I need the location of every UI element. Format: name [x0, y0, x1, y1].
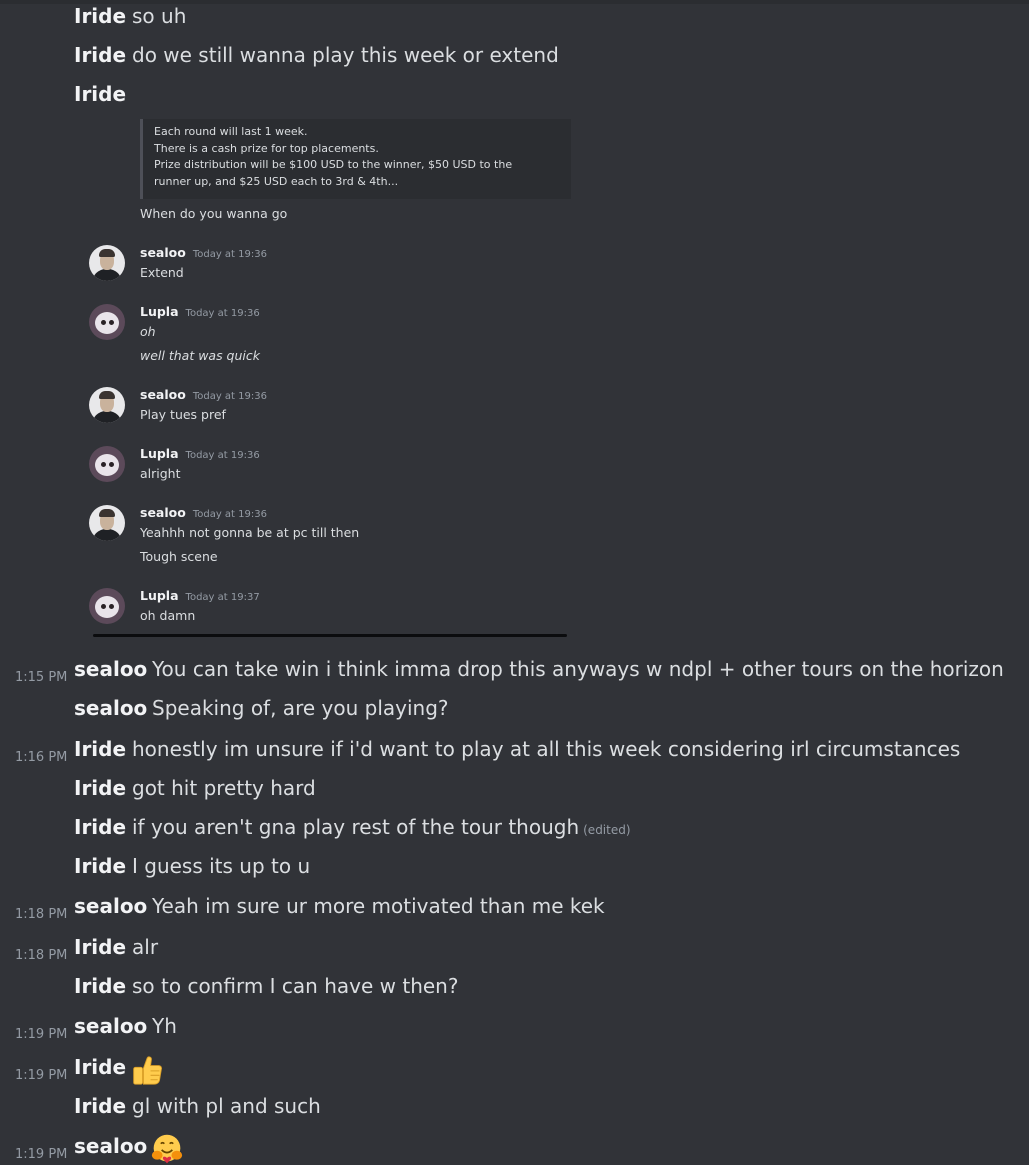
avatar: [89, 304, 125, 340]
screenshot-text: oh damn: [140, 608, 196, 623]
message: 1:19 PM sealoo Yh: [0, 1014, 1029, 1044]
message: 1:16 PM Iride honestly im unsure if i'd …: [0, 737, 1029, 767]
message-text: so to confirm I can have w then?: [132, 974, 459, 998]
message: Iride: [0, 82, 1029, 112]
screenshot-text: When do you wanna go: [140, 206, 288, 221]
screenshot-author: Lupla Today at 19:37: [140, 588, 260, 603]
message-timestamp: 1:19 PM: [15, 1147, 68, 1162]
avatar: [89, 505, 125, 541]
message: 1:19 PM sealoo: [0, 1134, 1029, 1164]
message-author[interactable]: Iride: [74, 82, 126, 106]
message-text: You can take win i think imma drop this …: [152, 657, 1004, 681]
edited-label: (edited): [583, 823, 631, 837]
message-author[interactable]: Iride: [74, 4, 126, 28]
screenshot-bottom-edge: [93, 634, 567, 637]
message-author[interactable]: Iride: [74, 1055, 126, 1079]
message-author[interactable]: sealoo: [74, 1014, 147, 1038]
message-text: got hit pretty hard: [132, 776, 316, 800]
message: Iride gl with pl and such: [0, 1094, 1029, 1124]
screenshot-author-name: Lupla: [140, 588, 179, 603]
quote-line: There is a cash prize for top placements…: [154, 141, 379, 155]
screenshot-author-name: sealoo: [140, 387, 186, 402]
message-author[interactable]: Iride: [74, 737, 126, 761]
message-text: so uh: [132, 4, 187, 28]
avatar: [89, 245, 125, 281]
screenshot-text: Play tues pref: [140, 407, 226, 422]
avatar: [89, 387, 125, 423]
attached-screenshot[interactable]: Each round will last 1 week. There is a …: [89, 115, 579, 639]
message-author[interactable]: sealoo: [74, 1134, 147, 1158]
screenshot-text: oh: [140, 324, 156, 339]
message-author[interactable]: Iride: [74, 776, 126, 800]
message-timestamp: 1:15 PM: [15, 670, 68, 685]
message-text: I guess its up to u: [132, 854, 311, 878]
message-text: honestly im unsure if i'd want to play a…: [132, 737, 961, 761]
screenshot-author: sealoo Today at 19:36: [140, 245, 267, 260]
screenshot-text: alright: [140, 466, 181, 481]
message-timestamp: 1:19 PM: [15, 1068, 68, 1083]
quote-bar: [140, 119, 143, 199]
screenshot-author-name: Lupla: [140, 304, 179, 319]
screenshot-timestamp: Today at 19:36: [192, 509, 267, 520]
message-author[interactable]: Iride: [74, 854, 126, 878]
message-timestamp: 1:19 PM: [15, 1027, 68, 1042]
message-text: gl with pl and such: [132, 1094, 321, 1118]
message-author[interactable]: Iride: [74, 935, 126, 959]
screenshot-author: Lupla Today at 19:36: [140, 446, 260, 461]
screenshot-text: well that was quick: [140, 348, 261, 363]
message: Iride I guess its up to u: [0, 854, 1029, 884]
message: Iride so uh: [0, 4, 1029, 34]
message: 1:19 PM Iride: [0, 1055, 1029, 1085]
message-author[interactable]: Iride: [74, 974, 126, 998]
screenshot-timestamp: Today at 19:37: [185, 592, 260, 603]
message: Iride got hit pretty hard: [0, 776, 1029, 806]
screenshot-author-name: Lupla: [140, 446, 179, 461]
message: Iride do we still wanna play this week o…: [0, 43, 1029, 73]
quote-line: Each round will last 1 week.: [154, 125, 308, 138]
message-text: if you aren't gna play rest of the tour …: [132, 815, 631, 839]
message-text: Speaking of, are you playing?: [152, 696, 449, 720]
message-author[interactable]: Iride: [74, 815, 126, 839]
screenshot-timestamp: Today at 19:36: [185, 450, 260, 461]
message: sealoo Speaking of, are you playing?: [0, 696, 1029, 726]
screenshot-text: Yeahhh not gonna be at pc till then: [140, 525, 360, 540]
screenshot-author: sealoo Today at 19:36: [140, 505, 267, 520]
message-text-body: if you aren't gna play rest of the tour …: [132, 815, 580, 839]
message-text: alr: [132, 935, 159, 959]
message: Iride so to confirm I can have w then?: [0, 974, 1029, 1004]
screenshot-timestamp: Today at 19:36: [185, 308, 260, 319]
screenshot-text: Tough scene: [140, 549, 218, 564]
quote-line: Prize distribution will be $100 USD to t…: [154, 158, 513, 171]
message-text: do we still wanna play this week or exte…: [132, 43, 559, 67]
message-text: Yh: [152, 1014, 177, 1038]
message-timestamp: 1:18 PM: [15, 948, 68, 963]
message-author[interactable]: Iride: [74, 1094, 126, 1118]
screenshot-timestamp: Today at 19:36: [192, 249, 267, 260]
message: 1:15 PM sealoo You can take win i think …: [0, 657, 1029, 687]
hugging-face-icon[interactable]: [151, 1133, 183, 1165]
avatar: [89, 446, 125, 482]
screenshot-author-name: sealoo: [140, 505, 186, 520]
message: 1:18 PM sealoo Yeah im sure ur more moti…: [0, 894, 1029, 924]
screenshot-author: Lupla Today at 19:36: [140, 304, 260, 319]
screenshot-text: Extend: [140, 265, 184, 280]
message: 1:18 PM Iride alr: [0, 935, 1029, 965]
message-timestamp: 1:18 PM: [15, 907, 68, 922]
screenshot-author-name: sealoo: [140, 245, 186, 260]
thumbs-up-icon[interactable]: [131, 1054, 163, 1086]
screenshot-timestamp: Today at 19:36: [192, 391, 267, 402]
avatar: [89, 588, 125, 624]
embed-quote: Each round will last 1 week. There is a …: [140, 119, 571, 199]
message: Iride if you aren't gna play rest of the…: [0, 815, 1029, 845]
message-author[interactable]: sealoo: [74, 894, 147, 918]
message-author[interactable]: sealoo: [74, 696, 147, 720]
message-text: Yeah im sure ur more motivated than me k…: [152, 894, 605, 918]
message-author[interactable]: sealoo: [74, 657, 147, 681]
screenshot-author: sealoo Today at 19:36: [140, 387, 267, 402]
message-author[interactable]: Iride: [74, 43, 126, 67]
quote-line: runner up, and $25 USD each to 3rd & 4th…: [154, 174, 399, 188]
message-timestamp: 1:16 PM: [15, 750, 68, 765]
